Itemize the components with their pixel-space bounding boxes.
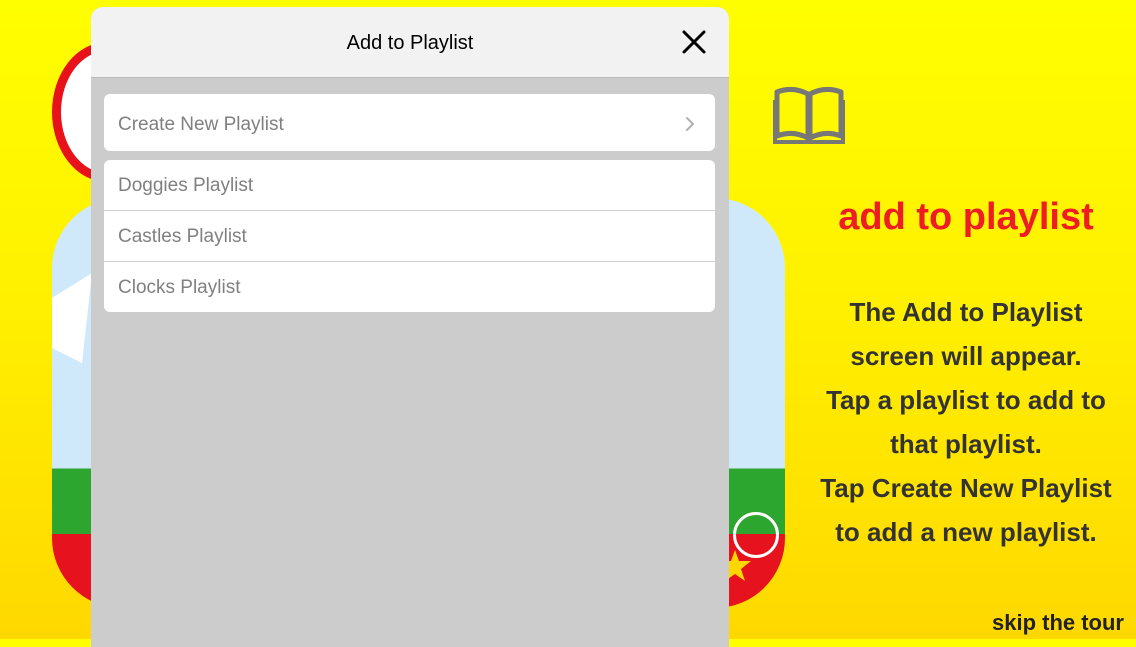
- playlist-item-label: Castles Playlist: [118, 226, 247, 247]
- book-icon[interactable]: [773, 86, 845, 144]
- playlist-list: Doggies Playlist Castles Playlist Clocks…: [104, 160, 715, 312]
- add-to-playlist-modal: Add to Playlist Create New Playlist Dogg…: [91, 7, 729, 647]
- playlist-item-label: Clocks Playlist: [118, 277, 241, 298]
- tour-heading: add to playlist: [838, 196, 1094, 238]
- playlist-item-castles[interactable]: Castles Playlist: [104, 211, 715, 262]
- create-new-playlist-label: Create New Playlist: [118, 114, 284, 135]
- tour-line: that playlist.: [890, 429, 1042, 459]
- playlist-item-label: Doggies Playlist: [118, 175, 254, 196]
- tour-line: screen will appear.: [850, 341, 1082, 371]
- modal-title: Add to Playlist: [346, 32, 474, 54]
- tour-line: Tap Create New Playlist: [820, 473, 1112, 503]
- create-new-playlist-button[interactable]: Create New Playlist: [104, 94, 715, 151]
- tour-line: The Add to Playlist: [849, 297, 1083, 327]
- chevron-right-icon: [686, 117, 694, 131]
- tour-line: to add a new playlist.: [835, 517, 1097, 547]
- close-icon[interactable]: [681, 29, 707, 55]
- playlist-item-clocks[interactable]: Clocks Playlist: [104, 262, 715, 312]
- tour-instructions: The Add to Playlist screen will appear. …: [800, 290, 1132, 554]
- playlist-item-doggies[interactable]: Doggies Playlist: [104, 160, 715, 211]
- skip-tour-link[interactable]: skip the tour: [992, 610, 1124, 636]
- tour-line: Tap a playlist to add to: [826, 385, 1106, 415]
- modal-header: Add to Playlist: [91, 7, 729, 78]
